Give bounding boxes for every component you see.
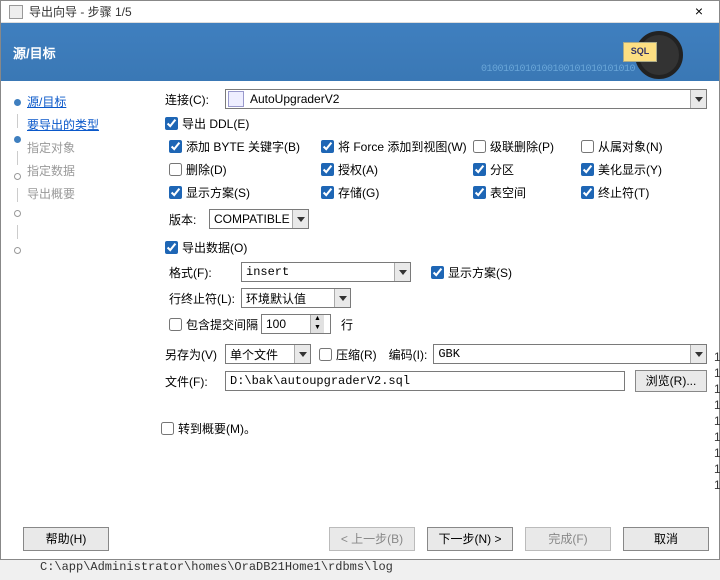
commit-rows-suffix: 行 — [341, 316, 353, 333]
chevron-down-icon[interactable] — [292, 210, 308, 228]
export-ddl-checkbox[interactable] — [165, 117, 178, 130]
nav-dot-2 — [14, 136, 21, 143]
background-path-text: C:\app\Administrator\homes\OraDB21Home1\… — [0, 560, 720, 574]
opt-show-schema[interactable]: 显示方案(S) — [169, 184, 321, 201]
export-data-checkbox[interactable] — [165, 241, 178, 254]
encoding-label: 编码(I): — [389, 346, 428, 363]
browse-button[interactable]: 浏览(R)... — [635, 370, 707, 392]
export-ddl-label: 导出 DDL(E) — [182, 115, 249, 132]
nav-dot-1 — [14, 99, 21, 106]
banner-binary-deco: 0100101010100100101010101010 — [481, 64, 635, 75]
save-as-label: 另存为(V) — [165, 346, 225, 363]
format-value: insert — [242, 265, 410, 279]
opt-force-view[interactable]: 将 Force 添加到视图(W) — [321, 138, 473, 155]
nav-dot-4 — [14, 210, 21, 217]
nav-dot-5 — [14, 247, 21, 254]
file-label: 文件(F): — [165, 373, 225, 390]
opt-tablespace[interactable]: 表空间 — [473, 184, 581, 201]
spin-up-icon[interactable]: ▲ — [310, 315, 324, 324]
encoding-combo[interactable]: GBK — [433, 344, 707, 364]
back-button: < 上一步(B) — [329, 527, 415, 551]
opt-drop[interactable]: 删除(D) — [169, 161, 321, 178]
nav-step-summary: 导出概要 — [27, 183, 157, 206]
wizard-nav: 源/目标 要导出的类型 指定对象 指定数据 导出概要 — [1, 81, 161, 519]
db-icon — [228, 91, 244, 107]
nav-step-data: 指定数据 — [27, 160, 157, 183]
compress-checkbox[interactable]: 压缩(R) — [319, 346, 377, 363]
chevron-down-icon[interactable] — [690, 345, 706, 363]
nav-rail-icons — [7, 91, 27, 262]
wizard-footer: 帮助(H) < 上一步(B) 下一步(N) > 完成(F) 取消 — [1, 519, 719, 559]
chevron-down-icon[interactable] — [690, 90, 706, 108]
nav-step-source-target[interactable]: 源/目标 — [27, 91, 157, 114]
export-data-label: 导出数据(O) — [182, 239, 247, 256]
opt-storage[interactable]: 存储(G) — [321, 184, 473, 201]
connection-label: 连接(C): — [165, 91, 225, 108]
app-icon — [9, 5, 23, 19]
opt-show-schema-data[interactable]: 显示方案(S) — [431, 264, 512, 281]
opt-partition[interactable]: 分区 — [473, 161, 581, 178]
spin-down-icon[interactable]: ▼ — [310, 324, 324, 333]
nav-step-types[interactable]: 要导出的类型 — [27, 114, 157, 137]
export-ddl-group: 导出 DDL(E) 添加 BYTE 关键字(B) 将 Force 添加到视图(W… — [165, 115, 707, 229]
underlying-text-fragment: 111111111 — [714, 81, 719, 519]
chevron-down-icon[interactable] — [394, 263, 410, 281]
wizard-window: 导出向导 - 步骤 1/5 × 源/目标 0100101010100100101… — [0, 0, 720, 560]
nav-step-objects: 指定对象 — [27, 137, 157, 160]
close-icon[interactable]: × — [679, 2, 719, 22]
encoding-value: GBK — [434, 347, 706, 361]
line-terminator-label: 行终止符(L): — [169, 290, 241, 307]
help-button[interactable]: 帮助(H) — [23, 527, 109, 551]
connection-combo[interactable]: AutoUpgraderV2 — [225, 89, 707, 109]
save-as-combo[interactable]: 单个文件 — [225, 344, 311, 364]
window-title: 导出向导 - 步骤 1/5 — [29, 3, 679, 20]
goto-summary-checkbox[interactable]: 转到概要(M)。 — [161, 420, 256, 437]
connection-value: AutoUpgraderV2 — [246, 92, 706, 106]
opt-add-byte[interactable]: 添加 BYTE 关键字(B) — [169, 138, 321, 155]
cancel-button[interactable]: 取消 — [623, 527, 709, 551]
sql-disk-icon — [623, 27, 683, 73]
export-data-group: 导出数据(O) 格式(F): insert 显示方案(S) 行终止符(L): 环… — [165, 239, 707, 334]
wizard-main: 连接(C): AutoUpgraderV2 导出 DDL(E) 添加 BYTE … — [161, 81, 719, 519]
version-combo[interactable]: COMPATIBLE — [209, 209, 309, 229]
wizard-banner: 源/目标 0100101010100100101010101010 — [1, 23, 719, 81]
titlebar: 导出向导 - 步骤 1/5 × — [1, 1, 719, 23]
next-button[interactable]: 下一步(N) > — [427, 527, 513, 551]
format-label: 格式(F): — [169, 264, 241, 281]
opt-terminator[interactable]: 终止符(T) — [581, 184, 691, 201]
format-combo[interactable]: insert — [241, 262, 411, 282]
nav-dot-3 — [14, 173, 21, 180]
chevron-down-icon[interactable] — [294, 345, 310, 363]
file-path-input[interactable] — [225, 371, 625, 391]
commit-interval-input[interactable] — [262, 316, 310, 332]
banner-title: 源/目标 — [13, 43, 56, 62]
opt-cascade-delete[interactable]: 级联删除(P) — [473, 138, 581, 155]
version-label: 版本: — [169, 211, 209, 228]
finish-button: 完成(F) — [525, 527, 611, 551]
wizard-body: 源/目标 要导出的类型 指定对象 指定数据 导出概要 连接(C): AutoUp… — [1, 81, 719, 519]
chevron-down-icon[interactable] — [334, 289, 350, 307]
commit-interval-checkbox[interactable]: 包含提交间隔 — [169, 316, 261, 333]
commit-interval-spinner[interactable]: ▲▼ — [261, 314, 331, 334]
line-terminator-combo[interactable]: 环境默认值 — [241, 288, 351, 308]
opt-grants[interactable]: 授权(A) — [321, 161, 473, 178]
opt-dependent-objects[interactable]: 从属对象(N) — [581, 138, 691, 155]
opt-pretty[interactable]: 美化显示(Y) — [581, 161, 691, 178]
